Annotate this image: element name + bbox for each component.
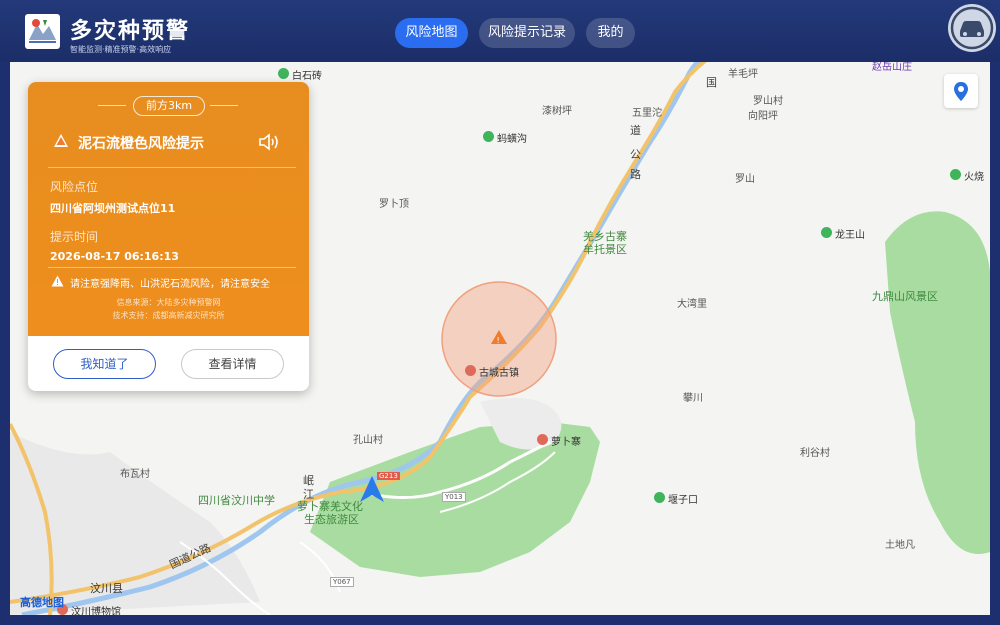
- place-label: 罗山: [735, 174, 755, 185]
- place-label: 大湾里: [677, 299, 707, 310]
- bottom-bar: [0, 615, 1000, 625]
- road-label: 国: [706, 76, 717, 89]
- place-label: 土地凡: [885, 540, 915, 551]
- locate-button[interactable]: [944, 74, 978, 108]
- alert-title: 泥石流橙色风险提示: [78, 136, 204, 152]
- poi-label[interactable]: 萝卜寨: [551, 433, 581, 448]
- app-subtitle: 智能监测·精准预警·高效响应: [70, 45, 172, 54]
- road-badge-y067: Y067: [330, 577, 354, 587]
- place-label: 罗卜顶: [379, 199, 409, 210]
- tab-mine[interactable]: 我的: [586, 18, 635, 48]
- scenic-label: 牟托景区: [583, 243, 627, 256]
- poi-marker-icon: [465, 365, 476, 376]
- alert-card-header: 前方3km 泥石流橙色风险提示 风险点位 四川省阿坝州测试点位11 提示时间 2…: [28, 82, 309, 336]
- poi-label[interactable]: 白石砖: [292, 67, 322, 82]
- road-label: 公: [630, 148, 641, 161]
- divider: [48, 167, 296, 168]
- divider: [98, 105, 126, 106]
- distance-badge: 前方3km: [133, 96, 205, 116]
- place-label: 利谷村: [800, 448, 830, 459]
- poi-marker-icon: [483, 131, 494, 142]
- poi-label[interactable]: 龙王山: [835, 226, 865, 241]
- place-label: 向阳坪: [748, 111, 778, 122]
- tab-risk-map[interactable]: 风险地图: [395, 18, 468, 48]
- app-title: 多灾种预警: [70, 19, 191, 44]
- divider: [210, 105, 238, 106]
- tech-support: 技术支持：成都高新减灾研究所: [112, 311, 225, 320]
- poi-label[interactable]: 蚂蟥沟: [497, 130, 527, 145]
- tab-risk-records[interactable]: 风险提示记录: [479, 18, 575, 48]
- poi-marker-icon: [537, 434, 548, 445]
- poi-marker-icon: [654, 492, 665, 503]
- svg-text:!: !: [497, 336, 500, 345]
- notice-text: 请注意强降雨、山洪泥石流风险，请注意安全: [70, 279, 270, 290]
- road-badge-g213: G213: [377, 472, 400, 480]
- scenic-label: 生态旅游区: [304, 513, 359, 526]
- alert-card: 前方3km 泥石流橙色风险提示 风险点位 四川省阿坝州测试点位11 提示时间 2…: [28, 82, 309, 391]
- view-details-button[interactable]: 查看详情: [181, 349, 284, 379]
- location-label: 风险点位: [50, 180, 99, 194]
- scenic-label: 四川省汶川中学: [198, 494, 275, 507]
- acknowledge-button[interactable]: 我知道了: [53, 349, 156, 379]
- location-value: 四川省阿坝州测试点位11: [50, 202, 176, 215]
- poi-marker-icon: [821, 227, 832, 238]
- time-value: 2026-08-17 06:16:13: [50, 250, 179, 263]
- road-label: 道: [630, 124, 641, 137]
- warning-triangle-icon: [54, 134, 68, 147]
- place-label: 五里沱: [632, 108, 662, 119]
- road-label: 江: [303, 488, 314, 501]
- poi-label[interactable]: 汶川博物馆: [71, 603, 121, 615]
- poi-label[interactable]: 火烧: [964, 168, 984, 183]
- app-logo: [25, 14, 60, 49]
- poi-label[interactable]: 古城古镇: [479, 364, 519, 379]
- map-provider-logo: 高德地图: [20, 596, 64, 609]
- car-icon: [950, 6, 994, 50]
- notice-warning-icon: [51, 275, 64, 287]
- scenic-label: 九鼎山风景区: [872, 290, 938, 303]
- place-label: 羊毛坪: [728, 69, 758, 80]
- info-source: 信息来源：大陆多灾种预警网: [116, 298, 221, 307]
- speaker-icon[interactable]: [258, 133, 280, 151]
- place-label: 漆树坪: [542, 106, 572, 117]
- app-header: 多灾种预警 智能监测·精准预警·高效响应 风险地图 风险提示记录 我的: [0, 0, 1000, 62]
- place-label: 罗山村: [753, 96, 783, 107]
- place-label: 汶川县: [90, 582, 123, 595]
- car-mode-button[interactable]: [948, 4, 996, 52]
- road-badge-y013: Y013: [442, 492, 466, 502]
- road-label: 路: [630, 168, 641, 181]
- poi-label[interactable]: 堰子口: [668, 491, 698, 506]
- divider: [48, 267, 296, 268]
- poi-marker-icon: [278, 68, 289, 79]
- poi-label[interactable]: 赵岳山庄: [872, 62, 912, 73]
- place-label: 布瓦村: [120, 469, 150, 480]
- time-label: 提示时间: [50, 230, 99, 244]
- location-pin-icon: [954, 82, 968, 101]
- place-label: 攀川: [683, 393, 703, 404]
- poi-marker-icon: [950, 169, 961, 180]
- place-label: 孔山村: [353, 435, 383, 446]
